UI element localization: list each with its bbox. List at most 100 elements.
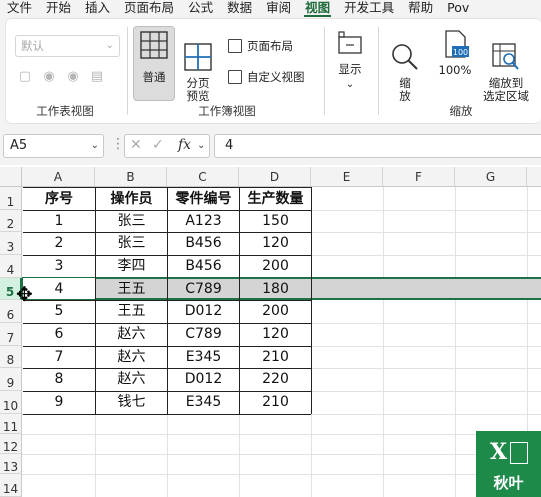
header-cell-quantity[interactable]: 生产数量	[240, 188, 311, 210]
table-cell[interactable]: 张三	[96, 210, 167, 232]
zoom-100-icon: 100	[445, 30, 469, 58]
table-cell[interactable]: 2	[23, 232, 95, 254]
table-cell[interactable]: 李四	[96, 255, 167, 277]
table-cell[interactable]: 1	[23, 210, 95, 232]
name-box[interactable]: A5 ⌄	[3, 134, 104, 158]
column-header-f[interactable]: F	[383, 167, 455, 187]
table-cell[interactable]: 7	[23, 346, 95, 368]
table-cell[interactable]: 8	[23, 368, 95, 390]
table-cell[interactable]: E345	[168, 391, 239, 413]
table-cell[interactable]: 9	[23, 391, 95, 413]
gridline	[22, 454, 541, 455]
tab-power[interactable]: Pov	[440, 0, 476, 18]
magnifier-icon	[392, 44, 418, 70]
table-cell[interactable]: B456	[168, 232, 239, 254]
table-cell[interactable]: C789	[168, 278, 239, 300]
table-cell[interactable]: 赵六	[96, 368, 167, 390]
page-break-preview-button[interactable]: 分页 预览	[180, 30, 216, 103]
table-cell[interactable]: 200	[240, 255, 311, 277]
header-cell-operator[interactable]: 操作员	[96, 188, 167, 210]
new-view-icon[interactable]: ◉	[63, 69, 83, 84]
header-cell-seq[interactable]: 序号	[23, 188, 95, 210]
row-header-2[interactable]: 2	[0, 210, 22, 232]
confirm-icon[interactable]: ✓	[152, 137, 164, 153]
zoom-100-icon-text: 100	[453, 48, 468, 57]
table-cell[interactable]: 赵六	[96, 323, 167, 345]
insert-function-button[interactable]: fx	[178, 137, 191, 153]
active-cell-a5[interactable]: 4	[23, 278, 95, 299]
tab-data[interactable]: 数据	[220, 0, 259, 18]
brand-text: 秋叶	[493, 474, 524, 492]
cancel-icon[interactable]: ✕	[130, 137, 142, 153]
exit-view-icon[interactable]: ◉	[39, 69, 59, 84]
zoom-to-selection-button[interactable]: 缩放到 选定区域	[480, 30, 532, 103]
table-cell[interactable]: 赵六	[96, 346, 167, 368]
table-cell[interactable]: 200	[240, 300, 311, 322]
options-icon[interactable]: ▤	[87, 69, 107, 84]
tab-formulas[interactable]: 公式	[181, 0, 220, 18]
table-cell[interactable]: D012	[168, 368, 239, 390]
row-header-1[interactable]: 1	[0, 187, 22, 210]
zoom-100-button[interactable]: 100 100%	[434, 30, 476, 100]
row-header-3[interactable]: 3	[0, 232, 22, 255]
formula-input[interactable]: 4	[214, 134, 541, 158]
zoom-button[interactable]: 缩 放	[388, 30, 422, 103]
tab-view[interactable]: 视图	[298, 0, 337, 18]
row-header-7[interactable]: 7	[0, 323, 22, 346]
table-cell[interactable]: 150	[240, 210, 311, 232]
table-cell[interactable]: D012	[168, 300, 239, 322]
table-cell[interactable]: 5	[23, 300, 95, 322]
table-cell[interactable]: 220	[240, 368, 311, 390]
table-cell[interactable]: B456	[168, 255, 239, 277]
row-header-13[interactable]: 13	[0, 454, 22, 474]
row-header-4[interactable]: 4	[0, 255, 22, 278]
row-header-10[interactable]: 10	[0, 391, 22, 414]
column-header-d[interactable]: D	[239, 167, 311, 187]
table-cell[interactable]: 张三	[96, 232, 167, 254]
table-cell[interactable]: C789	[168, 323, 239, 345]
tab-home[interactable]: 开始	[39, 0, 78, 18]
table-cell[interactable]: 王五	[96, 300, 167, 322]
page-layout-button[interactable]: 页面布局	[228, 38, 293, 54]
row-header-14[interactable]: 14	[0, 474, 22, 497]
tab-review[interactable]: 审阅	[259, 0, 298, 18]
row-header-12[interactable]: 12	[0, 434, 22, 454]
custom-views-button[interactable]: 自定义视图	[228, 69, 305, 85]
table-cell[interactable]: 钱七	[96, 391, 167, 413]
column-header-b[interactable]: B	[95, 167, 167, 187]
ribbon: 默认 ⌄ ▢ ◉ ◉ ▤ 工作表视图 普通 分页 预览 页面布局 自定义视图 工…	[5, 18, 541, 124]
tab-page-layout[interactable]: 页面布局	[117, 0, 181, 18]
tab-developer[interactable]: 开发工具	[337, 0, 401, 18]
header-cell-part-no[interactable]: 零件编号	[168, 188, 239, 210]
keep-icon[interactable]: ▢	[15, 69, 35, 84]
tab-file[interactable]: 文件	[0, 0, 39, 18]
table-cell[interactable]: A123	[168, 210, 239, 232]
table-cell[interactable]: 王五	[96, 278, 167, 300]
table-cell[interactable]: 210	[240, 346, 311, 368]
column-header-g[interactable]: G	[455, 167, 527, 187]
tab-insert[interactable]: 插入	[78, 0, 117, 18]
row-header-8[interactable]: 8	[0, 346, 22, 368]
sheet-view-dropdown[interactable]: 默认 ⌄	[15, 35, 120, 57]
tab-help[interactable]: 帮助	[401, 0, 440, 18]
page-break-preview-label: 分页 预览	[186, 76, 210, 103]
table-cell[interactable]: E345	[168, 346, 239, 368]
column-header-h[interactable]	[527, 167, 541, 187]
table-cell[interactable]: 3	[23, 255, 95, 277]
column-header-c[interactable]: C	[167, 167, 239, 187]
table-cell[interactable]: 210	[240, 391, 311, 413]
more-icon[interactable]: ⋮	[111, 136, 125, 152]
normal-view-button[interactable]: 普通	[133, 26, 175, 101]
column-header-a[interactable]: A	[22, 167, 95, 187]
table-cell[interactable]: 180	[240, 278, 311, 300]
column-header-e[interactable]: E	[311, 167, 383, 187]
gridline	[311, 232, 541, 233]
select-all-corner[interactable]	[0, 167, 22, 187]
show-button[interactable]: 显示 ⌄	[332, 31, 368, 101]
table-cell[interactable]: 120	[240, 323, 311, 345]
table-cell[interactable]: 6	[23, 323, 95, 345]
table-cell[interactable]: 120	[240, 232, 311, 254]
row-header-9[interactable]: 9	[0, 368, 22, 391]
row-header-11[interactable]: 11	[0, 414, 22, 434]
name-box-value: A5	[10, 138, 28, 153]
